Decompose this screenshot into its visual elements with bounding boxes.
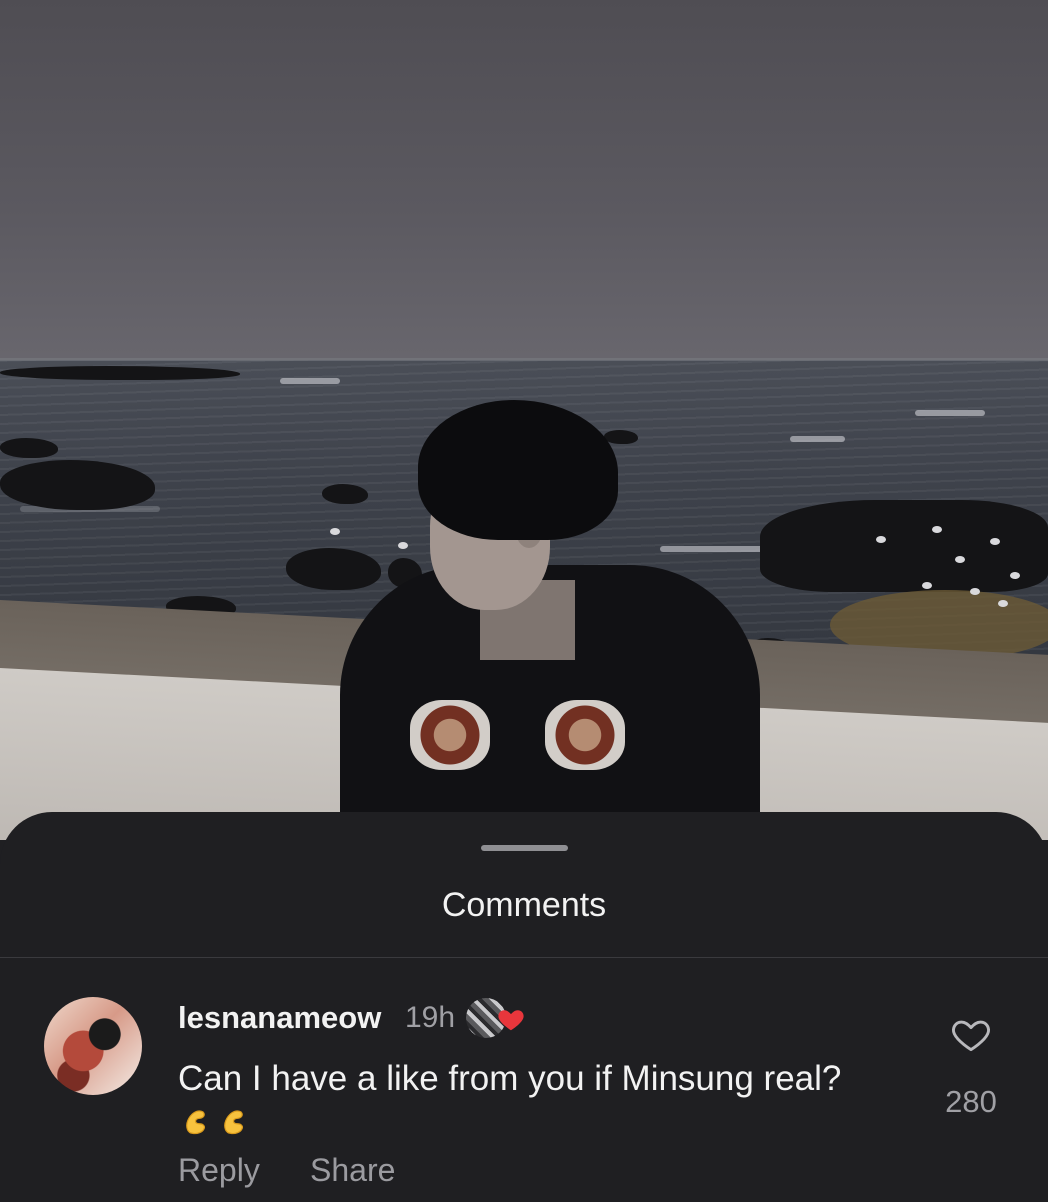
hair [418,400,618,540]
sky [0,0,1048,380]
seagull [1010,572,1020,579]
heart-outline-icon[interactable] [947,1012,995,1056]
sheet-title: Comments [441,886,607,924]
seagull [876,536,886,543]
drag-handle[interactable] [481,845,568,851]
comment-body: Can I have a like from you if Minsung re… [178,1059,842,1098]
rock [0,438,58,458]
pinching-hand-emoji [224,1110,244,1135]
divider [0,957,1048,958]
comment-time: 19h [405,1001,456,1034]
horizon-line [0,358,1048,361]
rock-outcrop [760,500,1048,592]
wave-foam [915,410,985,416]
post-photo [0,0,1048,840]
comment-username[interactable]: lesnanameow [178,1000,381,1036]
comment-item: lesnanameow 19h Can I have a like from y… [0,982,1048,1202]
person [330,400,770,840]
wave-foam [790,436,845,442]
avatar[interactable] [44,997,142,1095]
jacket-patch [545,700,625,770]
heart-filled-icon [498,1010,524,1031]
creator-liked-badge [466,996,528,1042]
reply-button[interactable]: Reply [178,1152,260,1189]
share-button[interactable]: Share [310,1152,395,1189]
comment-text: Can I have a like from you if Minsung re… [178,1058,878,1142]
like-count: 280 [945,1084,997,1119]
seagull [990,538,1000,545]
seagull [932,526,942,533]
pinching-hand-emoji [186,1110,206,1135]
seagull [955,556,965,563]
comments-sheet: Comments lesnanameow 19h Can I have a li… [0,812,1048,1200]
wave-foam [280,378,340,384]
seagull [998,600,1008,607]
seagull [970,588,980,595]
jacket-patch [410,700,490,770]
seagull [922,582,932,589]
distant-rocks [0,366,240,380]
